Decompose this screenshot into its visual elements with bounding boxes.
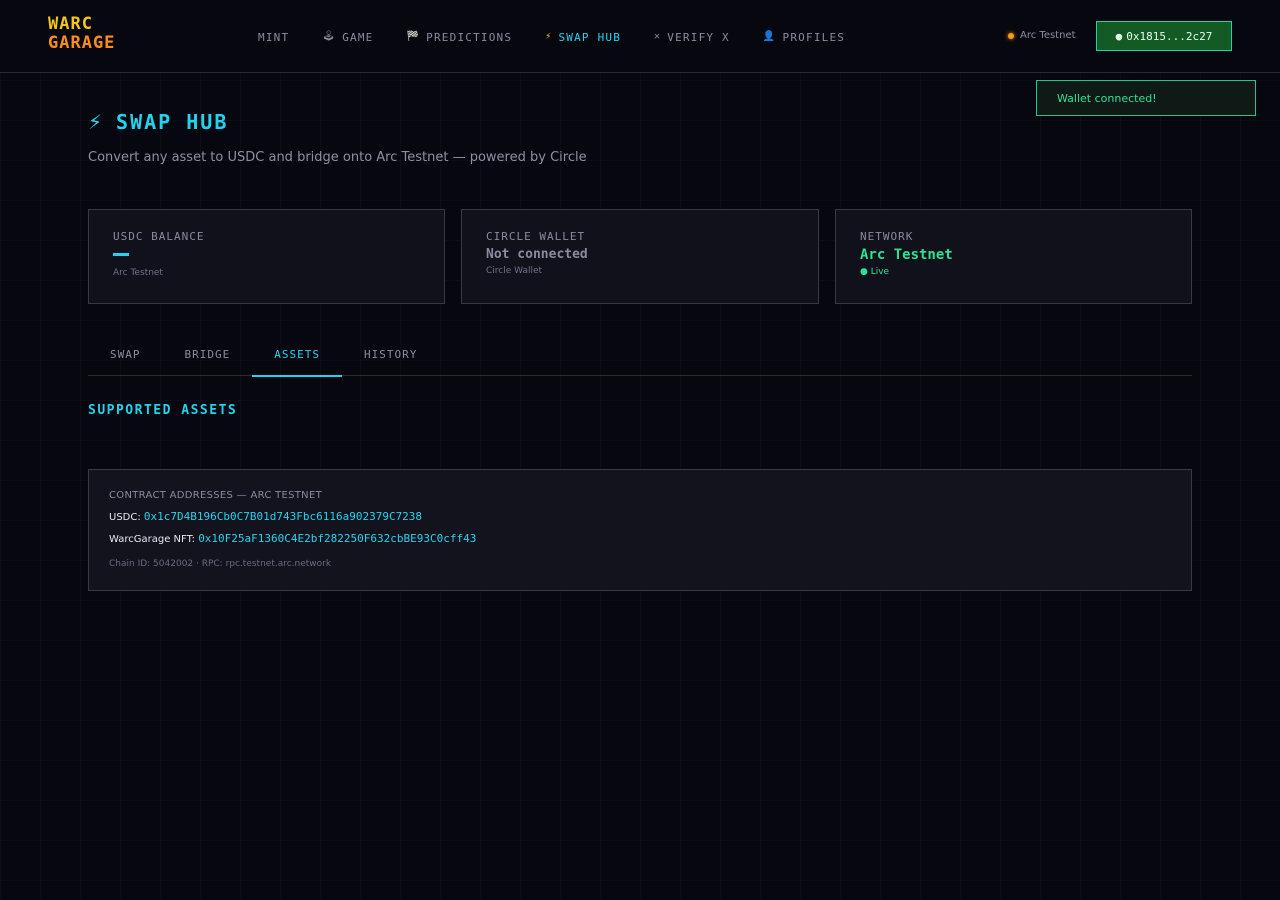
usdc-contract-row: USDC: 0x1c7D4B196Cb0C7B01d743Fbc6116a902…	[109, 510, 1171, 523]
network-status-dot-icon	[1008, 32, 1014, 39]
balance-placeholder-dash	[113, 253, 129, 256]
nft-label: WarcGarage NFT:	[109, 534, 195, 545]
nav-label-game: GAME	[342, 30, 374, 44]
logo-line1: WARC	[48, 14, 93, 34]
nav-item-verify-x[interactable]: ✕ VERIFY X	[654, 29, 730, 45]
nav-label-swap-hub: SWAP HUB	[558, 30, 622, 44]
joystick-icon: 🕹	[322, 31, 337, 42]
wallet-dot-icon: ●	[1115, 29, 1123, 43]
x-icon: ✕	[654, 31, 662, 42]
card-label: NETWORK	[860, 230, 914, 243]
contracts-heading: CONTRACT ADDRESSES — ARC TESTNET	[109, 490, 322, 501]
nav-item-predictions[interactable]: 🏁 PREDICTIONS	[407, 29, 513, 45]
card-sub: Arc Testnet	[113, 268, 163, 278]
toast-notification: Wallet connected!	[1036, 80, 1256, 116]
user-icon: 👤	[762, 31, 777, 42]
nft-contract-row: WarcGarage NFT: 0x10F25aF1360C4E2bf28225…	[109, 532, 1171, 545]
chain-info: Chain ID: 5042002 · RPC: rpc.testnet.arc…	[109, 559, 332, 569]
tab-assets[interactable]: ASSETS	[252, 338, 342, 377]
nav-label-profiles: PROFILES	[782, 30, 846, 44]
card-sub: Circle Wallet	[486, 266, 543, 276]
nav-label-predictions: PREDICTIONS	[426, 30, 513, 44]
page-title: ⚡ SWAP HUB	[88, 110, 228, 134]
card-label: USDC BALANCE	[113, 230, 205, 243]
usdc-balance-card: USDC BALANCE — Arc Testnet	[88, 209, 445, 304]
usdc-label: USDC:	[109, 512, 141, 523]
contract-addresses-panel: CONTRACT ADDRESSES — ARC TESTNET USDC: 0…	[88, 469, 1192, 591]
nav-label-mint: MINT	[258, 30, 290, 44]
nav-item-profiles[interactable]: 👤 PROFILES	[763, 29, 845, 45]
logo[interactable]: WARC GARAGE	[48, 15, 115, 53]
live-status: ● Live	[860, 267, 890, 277]
card-value: Arc Testnet	[860, 247, 953, 263]
usdc-address[interactable]: 0x1c7D4B196Cb0C7B01d743Fbc6116a902379C72…	[144, 510, 422, 523]
top-bar: WARC GARAGE MINT 🕹 GAME 🏁 PREDICTIONS ⚡ …	[0, 0, 1280, 73]
card-label: CIRCLE WALLET	[486, 230, 586, 243]
tab-bridge[interactable]: BRIDGE	[163, 338, 253, 376]
network-card: NETWORK Arc Testnet ● Live	[835, 209, 1192, 304]
circle-wallet-card: CIRCLE WALLET Not connected Circle Walle…	[461, 209, 819, 304]
page-subtitle: Convert any asset to USDC and bridge ont…	[88, 150, 587, 165]
lightning-icon: ⚡	[88, 110, 103, 134]
tab-bar: SWAP BRIDGE ASSETS HISTORY	[88, 338, 1192, 377]
wallet-button[interactable]: ● 0x1815...2c27	[1096, 21, 1232, 51]
card-value: Not connected	[486, 247, 588, 262]
tab-history[interactable]: HISTORY	[342, 338, 439, 376]
checkered-flag-icon: 🏁	[406, 31, 421, 42]
toast-message: Wallet connected!	[1057, 91, 1157, 105]
logo-line2: GARAGE	[48, 33, 116, 53]
page-title-text: SWAP HUB	[116, 110, 229, 134]
nft-address[interactable]: 0x10F25aF1360C4E2bf282250F632cbBE93C0cff…	[198, 532, 476, 545]
section-title: SUPPORTED ASSETS	[88, 403, 238, 418]
nav-label-verify-x: VERIFY X	[667, 30, 730, 44]
tab-swap[interactable]: SWAP	[88, 338, 163, 376]
main-nav: MINT 🕹 GAME 🏁 PREDICTIONS ⚡ SWAP HUB ✕ V…	[258, 29, 878, 45]
nav-item-swap-hub[interactable]: ⚡ SWAP HUB	[545, 29, 621, 45]
nav-item-game[interactable]: 🕹 GAME	[322, 29, 373, 45]
lightning-icon: ⚡	[545, 31, 553, 42]
nav-item-mint[interactable]: MINT	[258, 29, 289, 45]
network-label: Arc Testnet	[1020, 30, 1076, 41]
wallet-address: 0x1815...2c27	[1126, 29, 1213, 43]
network-indicator: Arc Testnet	[1008, 30, 1076, 41]
